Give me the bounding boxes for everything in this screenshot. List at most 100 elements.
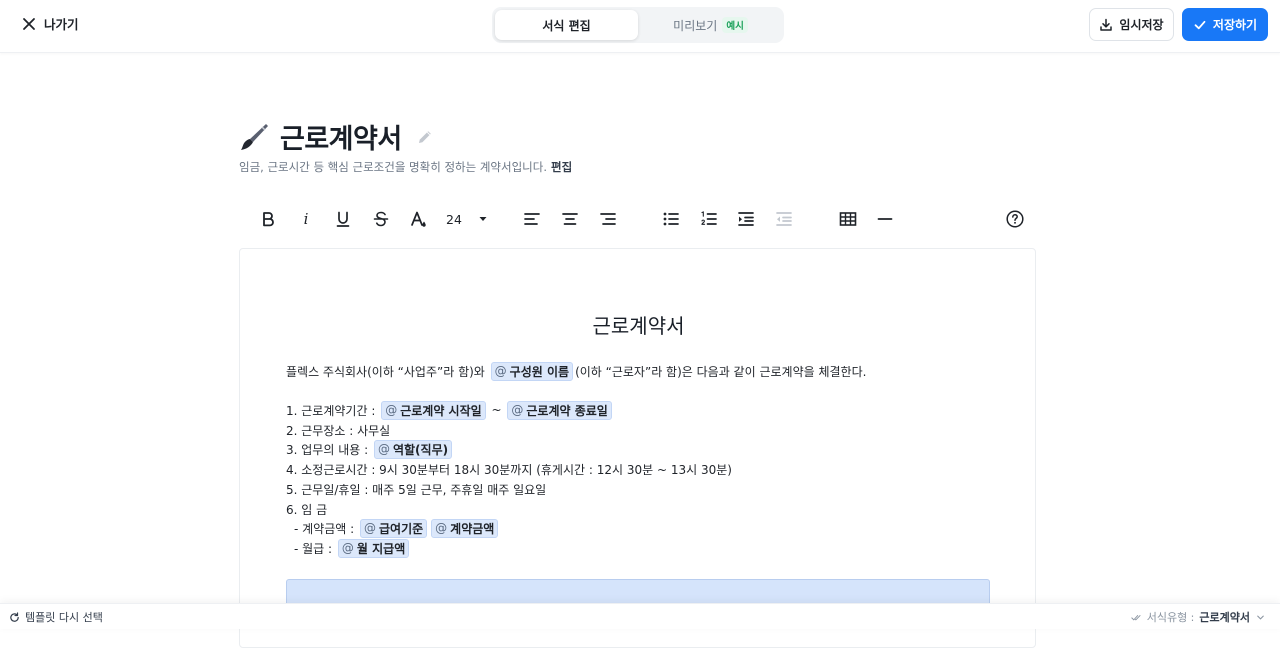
tab-preview-label: 미리보기 bbox=[673, 18, 718, 33]
tab-edit[interactable]: 서식 편집 bbox=[495, 10, 638, 40]
template-description: 임금, 근로시간 등 핵심 근로조건을 명확히 정하는 계약서입니다. 편집 bbox=[239, 159, 572, 175]
edit-description-link[interactable]: 편집 bbox=[551, 160, 572, 174]
at-icon: @ bbox=[494, 364, 507, 378]
save-label: 저장하기 bbox=[1212, 18, 1258, 32]
numbered-list-button[interactable] bbox=[697, 207, 721, 231]
horizontal-rule-icon bbox=[877, 218, 893, 220]
chip-label: 계약금액 bbox=[450, 521, 495, 536]
italic-button[interactable]: i bbox=[294, 207, 318, 231]
item-line: 3. 업무의 내용 : @ 역할(직무) bbox=[286, 439, 454, 459]
pay-line: - 계약금액 : @ 급여기준 @ 계약금액 bbox=[294, 518, 500, 538]
mode-switch: 서식 편집 미리보기 예시 bbox=[492, 7, 784, 43]
monthly-line: - 월급 : @ 월 지급액 bbox=[294, 538, 411, 558]
bold-icon bbox=[263, 212, 274, 227]
item-text: - 계약금액 : bbox=[294, 521, 355, 536]
description-text: 임금, 근로시간 등 핵심 근로조건을 명확히 정하는 계약서입니다. bbox=[239, 160, 547, 174]
strikethrough-icon bbox=[373, 211, 389, 227]
refresh-icon bbox=[10, 611, 19, 622]
item-line: 5. 근무일/휴일 : 매주 5일 근무, 주휴일 매주 일요일 bbox=[286, 482, 547, 497]
variable-chip[interactable]: @ 근로계약 종료일 bbox=[507, 400, 612, 420]
align-center-icon bbox=[562, 213, 578, 225]
indent-button[interactable] bbox=[734, 207, 758, 231]
intro-text: 플렉스 주식회사(이하 “사업주”라 함)와 bbox=[286, 364, 485, 379]
template-title-row: 근로계약서 bbox=[238, 117, 434, 156]
save-button[interactable]: 저장하기 bbox=[1182, 8, 1268, 41]
doctype-value: 근로계약서 bbox=[1199, 611, 1250, 624]
table-icon bbox=[839, 212, 857, 226]
underline-icon bbox=[336, 211, 350, 227]
indent-icon bbox=[738, 212, 754, 226]
horizontal-rule-button[interactable] bbox=[873, 207, 897, 231]
pencil-icon[interactable] bbox=[416, 128, 434, 146]
align-right-button[interactable] bbox=[596, 207, 620, 231]
save-draft-button[interactable]: 임시저장 bbox=[1089, 8, 1174, 41]
at-icon: @ bbox=[341, 541, 354, 555]
download-icon bbox=[1100, 18, 1113, 31]
italic-icon: i bbox=[303, 210, 309, 228]
document-heading: 근로계약서 bbox=[592, 314, 685, 338]
intro-text: (이하 “근로자”라 함)은 다음과 같이 근로계약을 체결한다. bbox=[575, 364, 867, 379]
outdent-icon bbox=[776, 212, 792, 226]
numbered-list-icon bbox=[701, 211, 717, 225]
bold-button[interactable] bbox=[256, 207, 280, 231]
text-color-button[interactable] bbox=[406, 207, 430, 231]
variable-chip[interactable]: @ 월 지급액 bbox=[337, 538, 410, 558]
document-type-select[interactable]: 서식유형 : 근로계약서 bbox=[1131, 609, 1266, 625]
chip-label: 근로계약 종료일 bbox=[526, 403, 608, 418]
variable-chip[interactable]: @ 구성원 이름 bbox=[490, 361, 574, 381]
template-title: 근로계약서 bbox=[280, 124, 402, 155]
strikethrough-button[interactable] bbox=[369, 207, 393, 231]
bullet-list-icon bbox=[663, 212, 679, 226]
help-button[interactable] bbox=[1003, 207, 1027, 231]
item-line: 2. 근무장소 : 사무실 bbox=[286, 423, 391, 438]
item-line: 1. 근로계약기간 : @ 근로계약 시작일 ~ @ 근로계약 종료일 bbox=[286, 400, 614, 420]
chip-label: 월 지급액 bbox=[356, 541, 406, 556]
reselect-label: 템플릿 다시 선택 bbox=[25, 611, 103, 624]
align-left-button[interactable] bbox=[520, 207, 544, 231]
tab-preview[interactable]: 미리보기 예시 bbox=[640, 10, 781, 40]
variable-chip[interactable]: @ 급여기준 bbox=[360, 518, 428, 538]
variable-chip[interactable]: @ 근로계약 시작일 bbox=[381, 400, 486, 420]
intro-line: 플렉스 주식회사(이하 “사업주”라 함)와 @ 구성원 이름 (이하 “근로자”라… bbox=[286, 361, 866, 381]
at-icon: @ bbox=[364, 521, 376, 535]
doctype-label: 서식유형 : bbox=[1146, 611, 1195, 624]
at-icon: @ bbox=[435, 521, 448, 535]
item-text: ~ bbox=[491, 403, 502, 417]
example-badge: 예시 bbox=[722, 17, 748, 33]
at-icon: @ bbox=[385, 403, 398, 417]
chip-label: 근로계약 시작일 bbox=[400, 403, 482, 418]
variable-chip[interactable]: @ 역할(직무) bbox=[373, 439, 453, 459]
align-right-icon bbox=[600, 213, 616, 225]
variable-chip[interactable]: @ 계약금액 bbox=[431, 518, 499, 538]
underline-button[interactable] bbox=[331, 207, 355, 231]
close-icon bbox=[23, 17, 35, 30]
bullet-list-button[interactable] bbox=[659, 207, 683, 231]
align-center-button[interactable] bbox=[558, 207, 582, 231]
chip-label: 급여기준 bbox=[379, 521, 424, 536]
outdent-button[interactable] bbox=[772, 207, 796, 231]
font-size-value: 24 bbox=[446, 211, 462, 227]
reselect-template-button[interactable]: 템플릿 다시 선택 bbox=[9, 609, 103, 625]
document-editor[interactable]: 근로계약서 플렉스 주식회사(이하 “사업주”라 함)와 @ 구성원 이름 (이하 … bbox=[239, 248, 1036, 648]
at-icon: @ bbox=[511, 403, 524, 417]
double-check-icon bbox=[1131, 614, 1141, 620]
save-draft-label: 임시저장 bbox=[1119, 18, 1164, 32]
check-icon bbox=[1194, 20, 1206, 29]
font-size-select[interactable]: 24 bbox=[446, 207, 488, 231]
top-bar: 나가기 서식 편집 미리보기 예시 임시저장 저장하기 bbox=[0, 0, 1280, 53]
chevron-down-icon bbox=[1257, 615, 1264, 620]
exit-button[interactable]: 나가기 bbox=[22, 14, 79, 33]
caret-down-icon bbox=[479, 217, 487, 221]
item-text: - 월급 : bbox=[294, 541, 333, 556]
exit-label: 나가기 bbox=[44, 17, 79, 32]
help-icon bbox=[1006, 210, 1024, 228]
paintbrush-icon[interactable] bbox=[238, 121, 270, 153]
item-line: 6. 임 금 bbox=[286, 502, 328, 517]
text-color-icon bbox=[411, 211, 426, 227]
bottom-bar: 템플릿 다시 선택 서식유형 : 근로계약서 bbox=[0, 603, 1280, 629]
item-text: 3. 업무의 내용 : bbox=[286, 442, 369, 457]
insert-table-button[interactable] bbox=[836, 207, 860, 231]
at-icon: @ bbox=[377, 442, 390, 456]
align-left-icon bbox=[524, 213, 540, 225]
chip-label: 역할(직무) bbox=[392, 442, 449, 457]
